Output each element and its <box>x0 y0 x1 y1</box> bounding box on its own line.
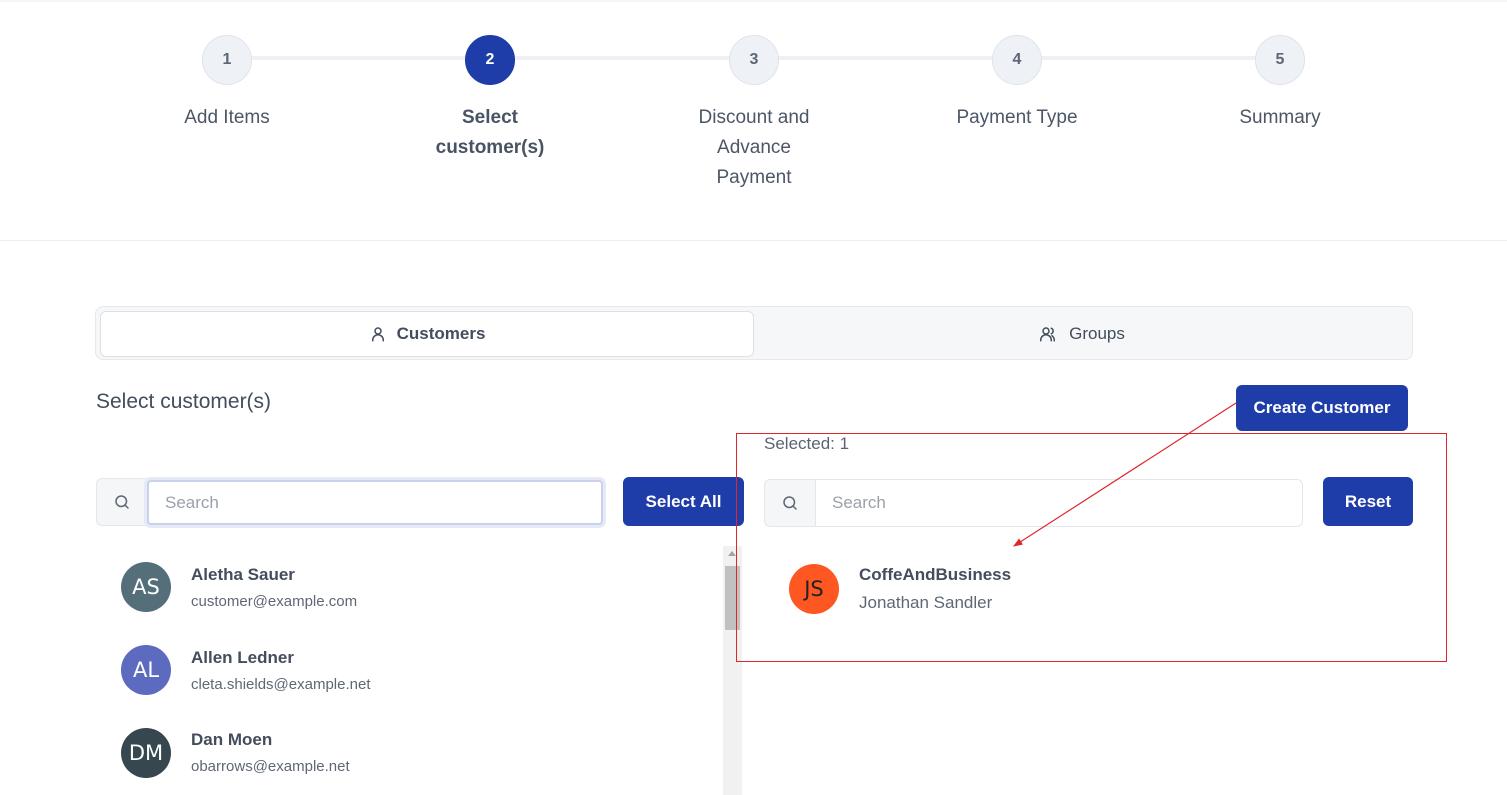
step-label: Discount and Advance Payment <box>698 107 810 188</box>
users-icon <box>1040 327 1056 342</box>
avatar: DM <box>121 728 171 778</box>
list-item[interactable]: AL Allen Ledner cleta.shields@example.ne… <box>96 629 716 709</box>
annotation-box <box>736 433 1447 662</box>
customer-tabs: Customers Groups <box>95 306 1413 360</box>
customer-email: cleta.shields@example.net <box>191 676 371 693</box>
search-icon <box>115 495 129 509</box>
step-5[interactable]: 5 Summary <box>1180 35 1380 133</box>
checkout-stepper: 1 Add Items 2 Select customer(s) 3 Disco… <box>0 0 1507 241</box>
step-label: Add Items <box>184 107 270 128</box>
step-4[interactable]: 4 Payment Type <box>917 35 1117 133</box>
customer-search-input[interactable] <box>147 480 603 525</box>
step-number: 5 <box>1255 35 1305 85</box>
customer-name: Dan Moen <box>191 730 273 749</box>
customer-email: customer@example.com <box>191 593 358 610</box>
search-addon <box>96 478 148 526</box>
step-number: 4 <box>992 35 1042 85</box>
list-item[interactable]: DM Dan Moen obarrows@example.net <box>96 711 716 791</box>
step-label: Payment Type <box>956 107 1078 128</box>
create-customer-button[interactable]: Create Customer <box>1236 385 1408 431</box>
avatar: AS <box>121 562 171 612</box>
select-all-button[interactable]: Select All <box>623 477 744 526</box>
step-3[interactable]: 3 Discount and Advance Payment <box>654 35 854 193</box>
tab-customers-label: Customers <box>396 324 486 343</box>
customer-name: Allen Ledner <box>191 648 294 667</box>
customer-list: AS Aletha Sauer customer@example.com AL … <box>96 546 744 795</box>
step-label: Summary <box>1239 107 1321 128</box>
customer-name: Aletha Sauer <box>191 565 295 584</box>
list-item[interactable]: AS Aletha Sauer customer@example.com <box>96 546 716 626</box>
step-2[interactable]: 2 Select customer(s) <box>390 35 590 163</box>
user-icon <box>371 327 384 342</box>
step-number: 1 <box>202 35 252 85</box>
customer-email: obarrows@example.net <box>191 758 350 775</box>
tab-groups[interactable]: Groups <box>754 311 1410 357</box>
tab-customers[interactable]: Customers <box>100 311 754 357</box>
scroll-up-icon[interactable] <box>728 551 736 556</box>
page-title: Select customer(s) <box>96 390 272 413</box>
step-label: Select customer(s) <box>435 107 545 158</box>
tab-groups-label: Groups <box>1069 324 1125 343</box>
step-number: 3 <box>729 35 779 85</box>
step-1[interactable]: 1 Add Items <box>127 35 327 133</box>
step-number: 2 <box>465 35 515 85</box>
avatar: AL <box>121 645 171 695</box>
